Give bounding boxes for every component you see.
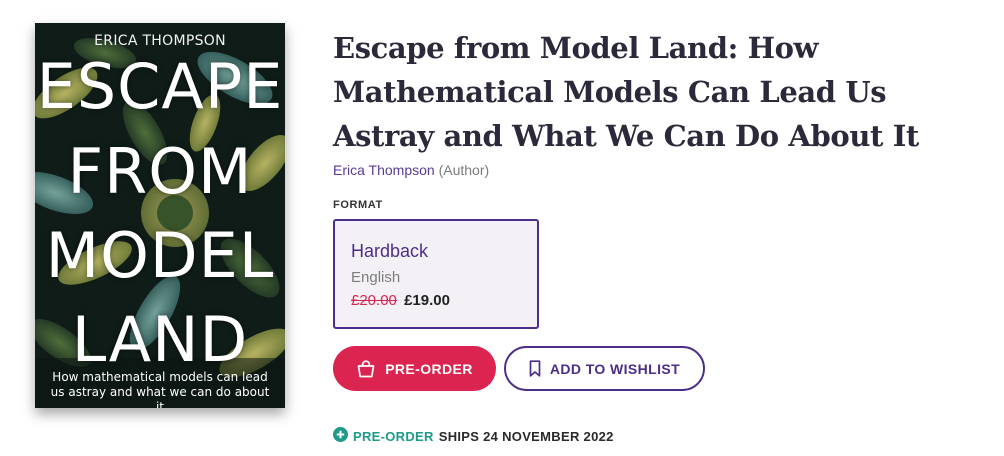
bookmark-icon bbox=[529, 360, 541, 377]
cover-title-line: MODEL bbox=[45, 219, 275, 292]
cover-title-line: FROM bbox=[67, 135, 253, 208]
author-link[interactable]: Erica Thompson bbox=[333, 162, 435, 178]
original-price: £20.00 bbox=[351, 292, 397, 309]
format-prices: £20.00 £19.00 bbox=[351, 292, 450, 309]
pre-order-button[interactable]: PRE-ORDER bbox=[333, 346, 496, 391]
current-price: £19.00 bbox=[404, 292, 450, 309]
format-label: FORMAT bbox=[333, 199, 383, 211]
cover-author-text: ERICA THOMPSON bbox=[94, 33, 226, 49]
pre-order-tag: PRE-ORDER bbox=[353, 428, 434, 444]
cover-subtitle: How mathematical models can lead us astr… bbox=[49, 370, 271, 408]
plus-circle-icon bbox=[333, 427, 348, 445]
cover-title-line: ESCAPE bbox=[36, 50, 284, 123]
author-role: (Author) bbox=[438, 162, 490, 178]
cover-subtitle-line: us astray and what we can do about it bbox=[50, 385, 270, 408]
shipping-status: PRE-ORDER SHIPS 24 NOVEMBER 2022 bbox=[333, 427, 614, 445]
product-title: Escape from Model Land: How Mathematical… bbox=[333, 31, 919, 153]
format-language: English bbox=[351, 269, 401, 286]
shopping-bag-icon bbox=[356, 359, 376, 378]
pre-order-label: PRE-ORDER bbox=[385, 360, 473, 377]
author-line: Erica Thompson (Author) bbox=[333, 162, 489, 178]
format-option-hardback[interactable]: Hardback English £20.00 £19.00 bbox=[333, 219, 539, 329]
format-name: Hardback bbox=[351, 241, 429, 261]
cover-subtitle-line: How mathematical models can lead bbox=[52, 370, 268, 384]
book-cover-image: ERICA THOMPSON ESCAPE FROM MODEL LAND Ho… bbox=[35, 23, 285, 408]
cover-title-line: LAND bbox=[71, 303, 249, 376]
wishlist-label: ADD TO WISHLIST bbox=[549, 360, 681, 377]
ship-date-text: SHIPS 24 NOVEMBER 2022 bbox=[438, 428, 614, 444]
add-to-wishlist-button[interactable]: ADD TO WISHLIST bbox=[504, 346, 705, 391]
